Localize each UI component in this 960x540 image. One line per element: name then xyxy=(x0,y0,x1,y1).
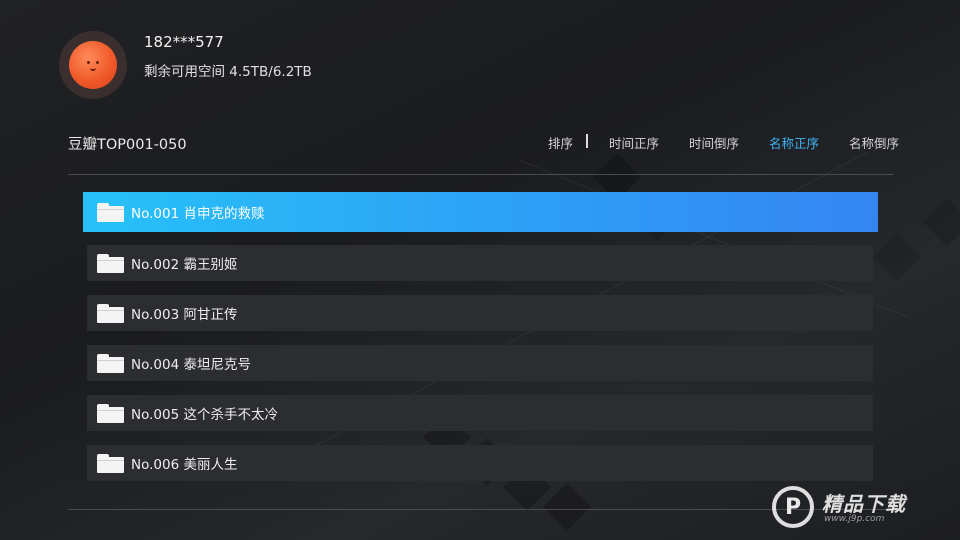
list-item[interactable]: No.004 泰坦尼克号 xyxy=(87,345,873,381)
orange-avatar-icon xyxy=(69,41,117,89)
sort-name-desc[interactable]: 名称倒序 xyxy=(849,133,899,152)
user-avatar xyxy=(59,31,127,99)
list-item-label: No.004 泰坦尼克号 xyxy=(131,357,251,373)
folder-icon xyxy=(97,202,124,222)
storage-space-text: 剩余可用空间 4.5TB/6.2TB xyxy=(144,64,312,80)
list-item[interactable]: No.001 肖申克的救赎 xyxy=(83,192,878,232)
watermark-text: 精品下载 xyxy=(822,492,906,516)
list-item-label: No.006 美丽人生 xyxy=(131,457,238,473)
bottom-divider xyxy=(68,509,893,510)
list-item-label: No.002 霸王别姬 xyxy=(131,257,238,273)
sort-label: 排序 xyxy=(548,136,574,151)
list-item[interactable]: No.002 霸王别姬 xyxy=(87,245,873,281)
sort-bar: 排序 时间正序 时间倒序 名称正序 名称倒序 xyxy=(548,133,899,153)
list-item[interactable]: No.005 这个杀手不太冷 xyxy=(87,395,873,431)
sort-separator xyxy=(586,134,588,148)
watermark-url: www.j9p.com xyxy=(824,514,885,524)
folder-icon xyxy=(97,253,124,273)
watermark: P 精品下载 www.j9p.com xyxy=(772,484,942,530)
folder-icon xyxy=(97,303,124,323)
watermark-logo-icon: P xyxy=(772,486,814,528)
top-divider xyxy=(68,174,893,175)
list-item[interactable]: No.003 阿甘正传 xyxy=(87,295,873,331)
sort-name-asc[interactable]: 名称正序 xyxy=(769,133,819,152)
sort-time-desc[interactable]: 时间倒序 xyxy=(689,133,739,152)
folder-title: 豆瓣TOP001-050 xyxy=(68,137,187,153)
folder-icon xyxy=(97,353,124,373)
list-item-label: No.001 肖申克的救赎 xyxy=(131,206,265,222)
user-name: 182***577 xyxy=(144,33,224,51)
folder-icon xyxy=(97,453,124,473)
list-item[interactable]: No.006 美丽人生 xyxy=(87,445,873,481)
list-item-label: No.005 这个杀手不太冷 xyxy=(131,407,278,423)
list-item-label: No.003 阿甘正传 xyxy=(131,307,238,323)
folder-icon xyxy=(97,403,124,423)
sort-time-asc[interactable]: 时间正序 xyxy=(609,133,659,152)
